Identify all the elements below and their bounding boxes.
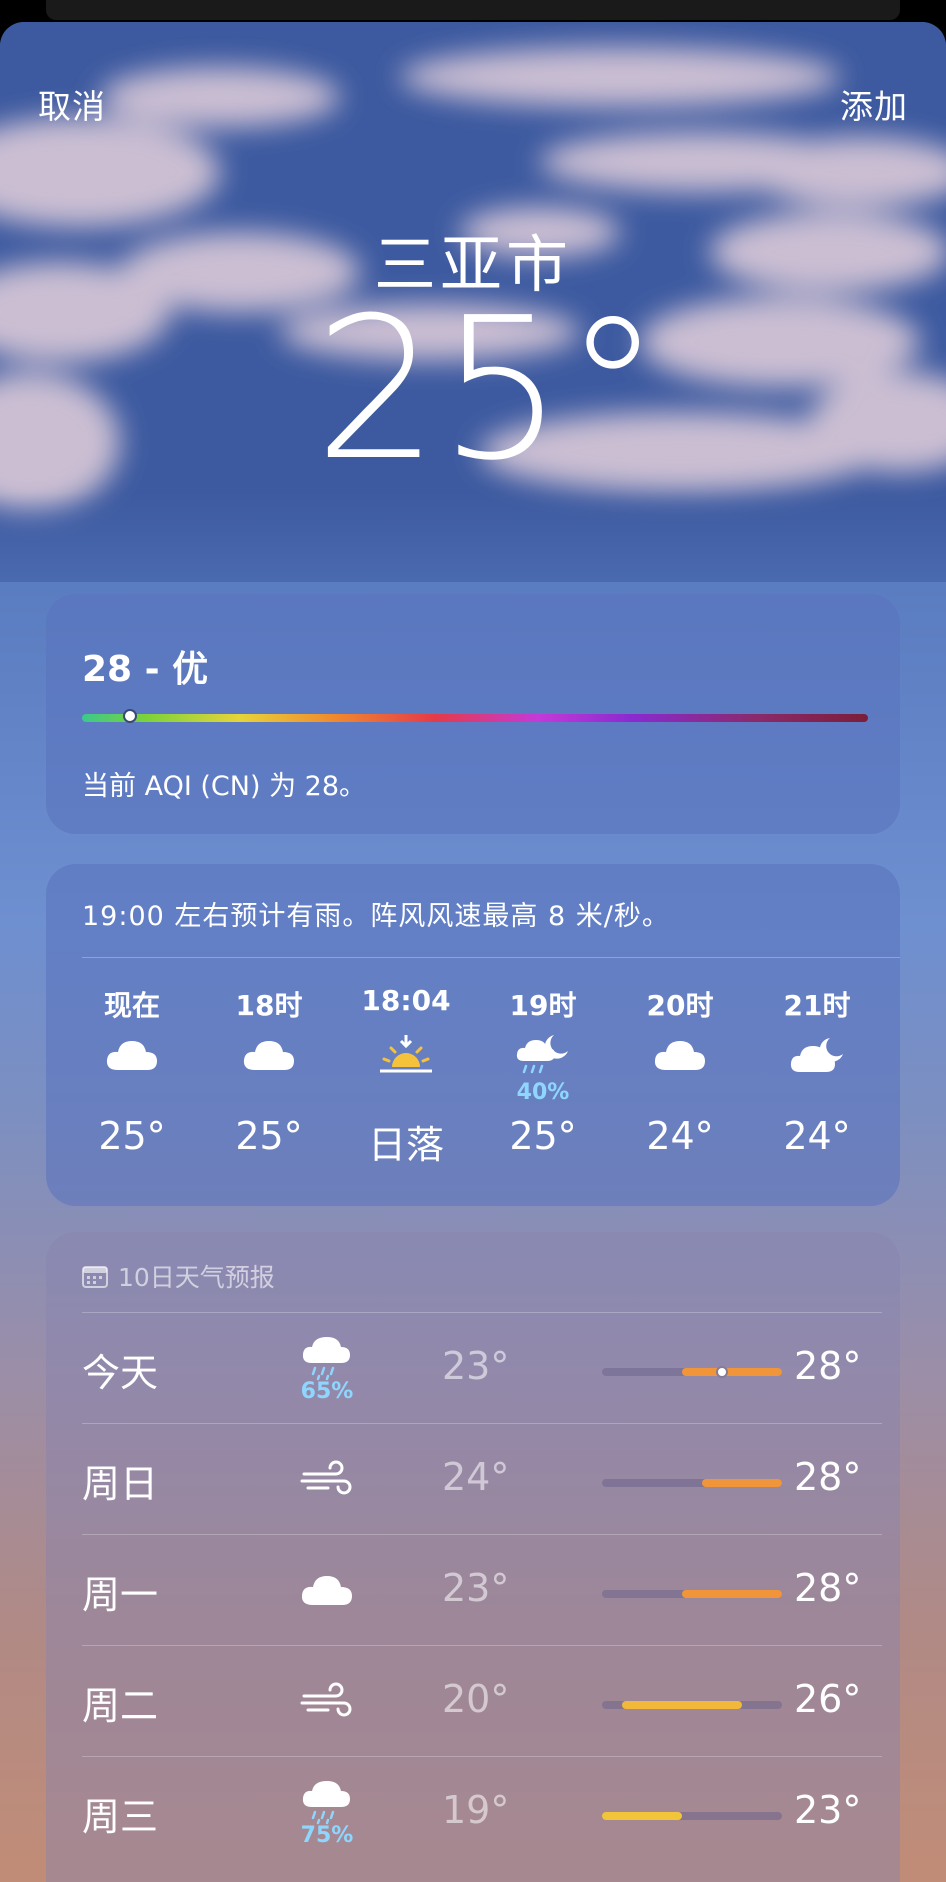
cancel-button[interactable]: 取消 [38,80,106,128]
high-temperature: 26° [794,1677,862,1721]
precipitation-probability [346,1080,466,1102]
moon-cloud-icon [757,1026,877,1086]
precipitation-probability [209,1080,329,1102]
cloud-rain-icon: 75% [282,1772,372,1852]
daily-row[interactable]: 周二 20° 26° [82,1645,882,1755]
hourly-item: 18时 25° [209,984,329,1158]
hourly-temperature: 25° [509,1114,577,1158]
day-name: 周二 [82,1684,159,1728]
hourly-forecast-card[interactable]: 19:00 左右预计有雨。阵风风速最高 8 米/秒。 现在 25° 18时 25° 18… [46,864,900,1206]
daily-header-label: 10日天气预报 [118,1263,275,1292]
wind-icon [282,1439,372,1519]
divider [82,1645,882,1646]
divider [82,1756,882,1757]
low-temperature: 23° [442,1566,510,1610]
high-temperature: 23° [794,1788,862,1832]
temperature-range-bar [602,1701,782,1709]
divider [82,957,900,958]
temperature-range-bar [602,1812,782,1820]
hourly-time-label: 现在 [103,989,160,1022]
aqi-card[interactable]: 28 - 优 当前 AQI (CN) 为 28。 [46,594,900,834]
day-name: 今天 [82,1351,159,1395]
hourly-temperature: 24° [646,1114,714,1158]
wind-icon [282,1661,372,1741]
hourly-time-label: 21时 [783,989,851,1022]
daily-forecast-card[interactable]: 10日天气预报 今天 65% 23° 28° 周日 24° 28° 周一 23° 28° 周二 20°… [46,1232,900,1882]
cloud-icon [72,1026,192,1086]
low-temperature: 19° [442,1788,510,1832]
hourly-time-label: 18时 [235,989,303,1022]
daily-row[interactable]: 今天 65% 23° 28° [82,1312,882,1422]
low-temperature: 20° [442,1677,510,1721]
day-name: 周一 [82,1573,159,1617]
hourly-temperature: 日落 [367,1123,444,1167]
temperature-range-bar [602,1366,782,1378]
temperature-range-bar [602,1590,782,1598]
temperature-range-fill [702,1479,782,1487]
low-temperature: 23° [442,1344,510,1388]
hourly-time-label: 18:04 [361,984,451,1017]
cloud-icon [620,1026,740,1086]
hourly-temperature: 24° [783,1114,851,1158]
divider [82,1534,882,1535]
sunset-icon [346,1026,466,1086]
aqi-value: 28 - 优 [82,649,209,690]
aqi-scale-bar [82,714,868,722]
hourly-summary: 19:00 左右预计有雨。阵风风速最高 8 米/秒。 [82,901,670,932]
weather-sheet: 取消 添加 三亚市 25° 28 - 优 当前 AQI (CN) 为 28。 1… [0,22,946,1882]
temperature-range-fill [682,1368,782,1376]
precipitation-probability [757,1080,877,1102]
day-name: 周日 [82,1462,159,1506]
daily-row[interactable]: 周三 75% 19° 23° [82,1756,882,1866]
daily-row[interactable]: 周日 24° 28° [82,1423,882,1533]
precipitation-probability: 65% [300,1378,354,1404]
high-temperature: 28° [794,1455,862,1499]
status-bar [46,0,900,20]
hourly-item: 现在 25° [72,984,192,1158]
hourly-time-label: 19时 [509,989,577,1022]
hourly-item: 21时 24° [757,984,877,1158]
hourly-item: 18:04 日落 [346,984,466,1169]
temperature-range-fill [602,1812,682,1820]
hourly-item: 19时 40% 25° [483,984,603,1158]
temperature-range-fill [622,1701,742,1709]
current-temperature: 25° [314,276,662,504]
precipitation-probability: 75% [300,1822,354,1848]
day-name: 周三 [82,1795,159,1839]
precipitation-probability: 40% [516,1080,570,1105]
divider [82,1423,882,1424]
cloud-rain-icon: 65% [282,1328,372,1408]
divider [82,1312,882,1313]
hourly-item: 20时 24° [620,984,740,1158]
high-temperature: 28° [794,1566,862,1610]
high-temperature: 28° [794,1344,862,1388]
cloud-icon [282,1550,372,1630]
precipitation-probability [72,1080,192,1102]
aqi-description: 当前 AQI (CN) 为 28。 [82,771,367,802]
hourly-temperature: 25° [98,1114,166,1158]
daily-header: 10日天气预报 [82,1258,275,1294]
precipitation-probability [620,1080,740,1102]
low-temperature: 24° [442,1455,510,1499]
moon-cloud-rain-icon [483,1026,603,1086]
hourly-time-label: 20时 [646,989,714,1022]
aqi-indicator [123,709,138,723]
cloud-icon [209,1026,329,1086]
current-temp-marker [716,1366,728,1378]
daily-row[interactable]: 周一 23° 28° [82,1534,882,1644]
add-button[interactable]: 添加 [840,80,908,128]
calendar-icon [82,1266,108,1288]
hourly-temperature: 25° [235,1114,303,1158]
temperature-range-bar [602,1479,782,1487]
temperature-range-fill [682,1590,782,1598]
